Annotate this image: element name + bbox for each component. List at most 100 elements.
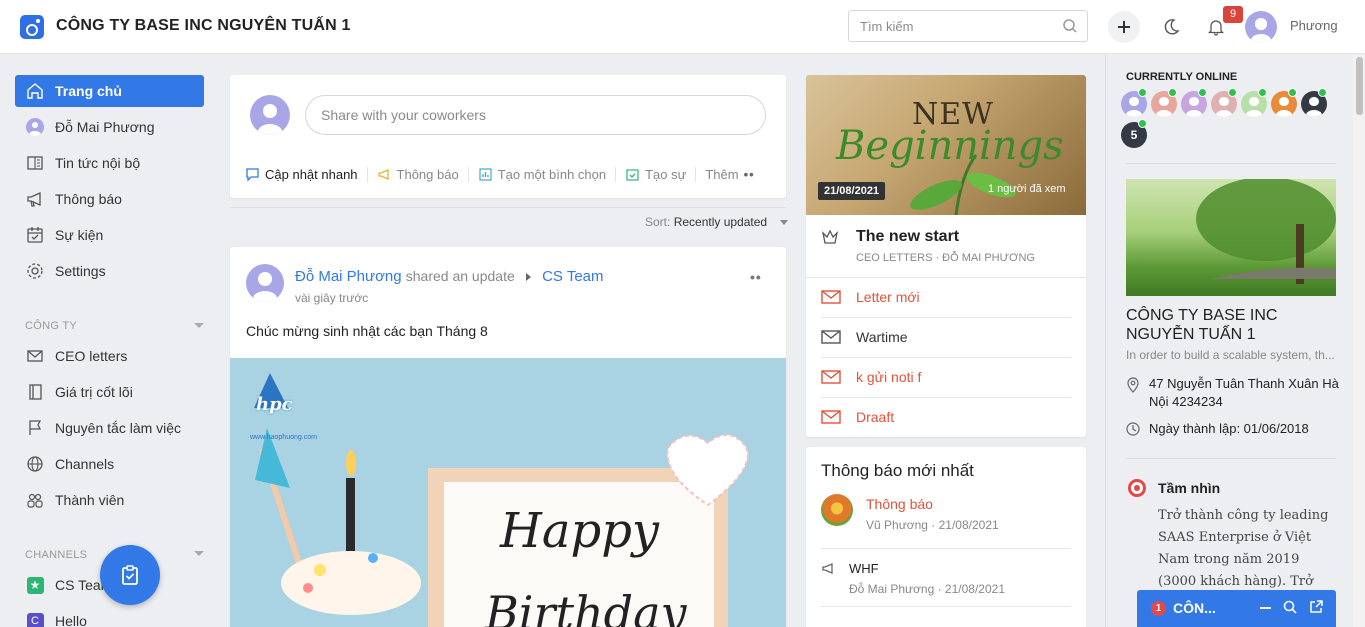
announcement-button[interactable]: Thông báo	[377, 167, 469, 182]
task-fab-button[interactable]	[100, 545, 160, 605]
post-author-avatar[interactable]	[246, 264, 284, 302]
sidebar-item-profile[interactable]: Đỗ Mai Phương	[15, 111, 204, 143]
letter-item-label: Letter mới	[856, 289, 920, 305]
post-header: Đỗ Mai Phương shared an update CS Team	[295, 268, 604, 285]
star-icon: ★	[26, 576, 44, 594]
flag-icon	[26, 419, 44, 437]
announcement-item-meta: Vũ Phương · 21/08/2021	[866, 518, 999, 532]
divider	[1126, 458, 1336, 459]
chevron-down-icon[interactable]	[194, 551, 204, 556]
post-author-link[interactable]: Đỗ Mai Phương	[295, 268, 402, 285]
divider	[806, 277, 1086, 278]
create-poll-button[interactable]: Tạo một bình chọn	[478, 167, 617, 182]
quick-update-button[interactable]: Cập nhật nhanh	[245, 167, 368, 182]
channel-letter-icon: C	[26, 612, 44, 627]
announcements-title: Thông báo mới nhất	[821, 461, 974, 480]
chat-widget[interactable]: 1 CÔN...	[1137, 590, 1336, 627]
divider	[1126, 163, 1336, 164]
moon-icon	[1164, 19, 1180, 35]
book-icon	[26, 383, 44, 401]
letter-item[interactable]: Draaft	[821, 409, 894, 425]
image-text-happy: Happy	[500, 503, 660, 559]
sidebar-item-members[interactable]: Thành viên	[15, 484, 204, 516]
sidebar-item-settings[interactable]: Settings	[15, 255, 204, 287]
banner-views: 1 người đã xem	[988, 183, 1066, 195]
online-more-label: 5	[1130, 128, 1138, 142]
sidebar-item-channel-hello[interactable]: C Hello	[15, 605, 204, 627]
sidebar-item-work-principles[interactable]: Nguyên tắc làm việc	[15, 412, 204, 444]
share-input[interactable]: Share with your coworkers	[305, 95, 766, 135]
megaphone-icon	[377, 169, 389, 180]
sidebar-item-core-values[interactable]: Giá trị cốt lõi	[15, 376, 204, 408]
sidebar-item-label: Giá trị cốt lõi	[55, 384, 133, 400]
scrollbar-thumb[interactable]	[1356, 57, 1363, 115]
online-dot	[1318, 88, 1327, 97]
sidebar-item-events[interactable]: Sự kiện	[15, 219, 204, 251]
search-input[interactable]	[860, 11, 1060, 41]
post-card: Đỗ Mai Phương shared an update CS Team v…	[230, 247, 786, 627]
sidebar-item-home[interactable]: Trang chủ	[15, 75, 204, 107]
letter-item[interactable]: k gửi noti f	[821, 369, 921, 385]
action-label: Tạo một bình chọn	[497, 167, 607, 182]
search-box[interactable]	[848, 10, 1088, 42]
online-dot	[1258, 88, 1267, 97]
mail-icon	[821, 290, 841, 304]
vision-text: Trở thành công ty leading SAAS Enterpris…	[1158, 508, 1329, 589]
sidebar-item-label: Settings	[55, 263, 106, 279]
announcement-item-title[interactable]: WHF	[849, 561, 879, 576]
gear-icon	[26, 262, 44, 280]
action-label: Thông báo	[396, 167, 459, 182]
open-external-icon[interactable]	[1309, 600, 1323, 617]
company-cover-image	[1126, 179, 1336, 296]
online-dot	[1138, 88, 1147, 97]
post-target-link[interactable]: CS Team	[542, 268, 603, 285]
online-dot	[1138, 119, 1147, 128]
user-avatar[interactable]	[1245, 11, 1277, 43]
poll-icon	[479, 168, 492, 181]
announcement-item-title[interactable]: Thông báo	[866, 496, 933, 512]
sidebar-item-channels[interactable]: Channels	[15, 448, 204, 480]
avatar	[26, 118, 44, 136]
sidebar-item-label: Trang chủ	[55, 83, 122, 99]
post-image[interactable]: hpc www.haophuong.com Happy Birthday	[230, 358, 786, 627]
add-button[interactable]	[1108, 11, 1140, 43]
mail-icon	[821, 370, 841, 384]
mail-icon	[821, 330, 841, 344]
dark-mode-button[interactable]	[1155, 11, 1187, 43]
chevron-down-icon[interactable]	[194, 323, 204, 328]
announcement-item-meta: Đỗ Mai Phương · 21/08/2021	[849, 582, 1005, 596]
location-icon	[1126, 377, 1140, 396]
plus-icon	[1118, 21, 1130, 33]
create-event-button[interactable]: Tạo sự	[625, 167, 697, 182]
letter-item[interactable]: Letter mới	[821, 289, 920, 305]
news-icon	[26, 154, 44, 172]
image-logo-text: hpc	[256, 394, 293, 415]
scrollbar[interactable]	[1353, 55, 1365, 627]
sort-dropdown[interactable]: Sort: Recently updated	[645, 215, 789, 229]
user-name[interactable]: Phương	[1290, 18, 1338, 33]
post-time: vài giây trước	[295, 291, 369, 305]
action-label: Cập nhật nhanh	[265, 167, 358, 182]
company-name[interactable]: CÔNG TY BASE INC NGUYÊN TUẤN 1	[56, 17, 351, 35]
post-menu-icon[interactable]: ••	[750, 269, 762, 285]
more-actions-button[interactable]: Thêm ••	[705, 167, 763, 182]
divider	[821, 317, 1071, 318]
letter-item[interactable]: Wartime	[821, 329, 908, 345]
company-section-header[interactable]: CÔNG TY	[25, 320, 77, 332]
megaphone-icon	[821, 561, 836, 579]
post-verb: shared an update	[405, 268, 515, 284]
sidebar-item-announcements[interactable]: Thông báo	[15, 183, 204, 215]
sidebar-item-ceo-letters[interactable]: CEO letters	[15, 340, 204, 372]
sidebar-item-label: Sự kiện	[55, 227, 104, 243]
calendar-check-icon	[626, 169, 639, 181]
sidebar-item-news[interactable]: Tin tức nội bộ	[15, 147, 204, 179]
app-logo[interactable]	[20, 15, 44, 39]
letter-title[interactable]: The new start	[856, 228, 959, 246]
channels-section-header[interactable]: CHANNELS	[25, 549, 87, 561]
clipboard-check-icon	[122, 565, 138, 585]
search-icon[interactable]	[1062, 18, 1078, 37]
divider	[230, 207, 786, 208]
ceo-letter-banner[interactable]: NEW Beginnings 21/08/2021 1 người đã xem	[806, 75, 1086, 215]
minimize-icon[interactable]	[1260, 607, 1271, 609]
search-icon[interactable]	[1283, 600, 1297, 617]
